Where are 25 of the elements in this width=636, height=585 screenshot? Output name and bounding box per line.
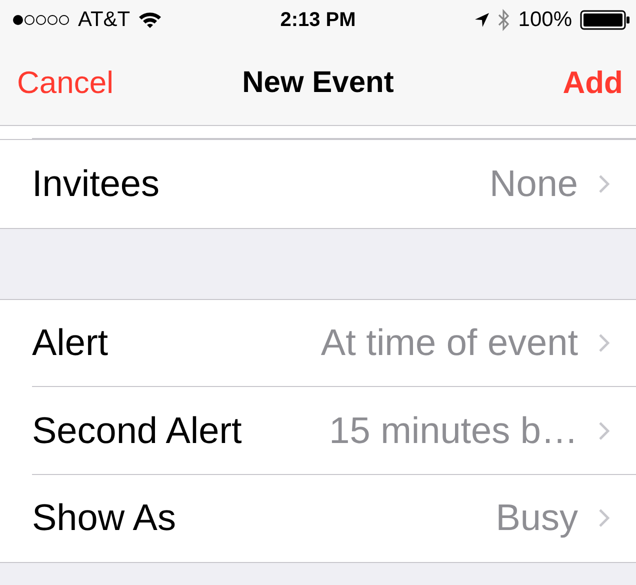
bluetooth-icon (498, 9, 510, 31)
row-value: Busy (494, 497, 578, 540)
row-value: None (488, 162, 578, 205)
settings-row[interactable]: Second Alert 15 minutes b… (0, 387, 636, 474)
settings-row[interactable]: Show As Busy (0, 474, 636, 562)
signal-icon (12, 14, 70, 26)
carrier-name: AT&T (78, 8, 130, 32)
wifi-icon (138, 11, 162, 29)
row-label: Second Alert (32, 410, 242, 452)
chevron-icon (598, 333, 610, 354)
battery-percentage: 100% (518, 8, 572, 32)
row-value: At time of event (320, 322, 578, 364)
row-label: Alert (32, 322, 108, 364)
location-arrow-icon (474, 12, 490, 28)
row-label: Show As (32, 497, 176, 540)
row-label: Invitees (32, 162, 160, 205)
screen-title: New Event (242, 66, 394, 100)
row-value: 15 minutes b… (328, 410, 578, 452)
chevron-icon (598, 174, 610, 194)
chevron-icon (598, 420, 610, 441)
chevron-icon (598, 508, 610, 528)
settings-row[interactable]: Invitees None (0, 140, 636, 228)
battery-icon (580, 10, 630, 30)
status-time: 2:13 PM (280, 8, 356, 32)
settings-row[interactable]: Alert At time of event (0, 300, 636, 387)
